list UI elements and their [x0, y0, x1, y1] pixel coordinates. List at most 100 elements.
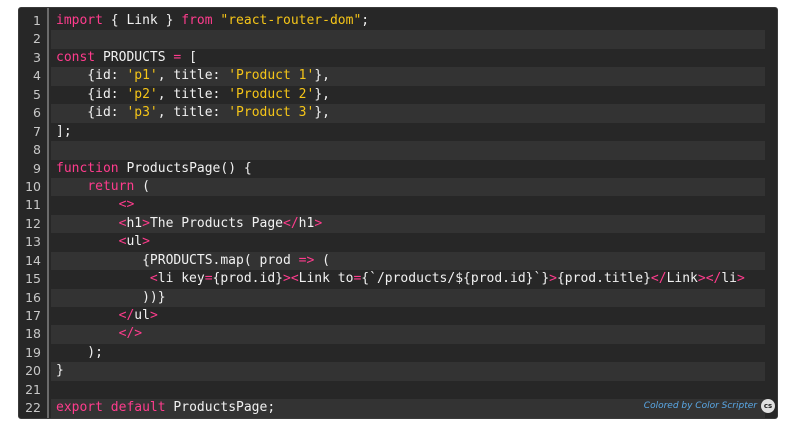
code-text: </> [51, 325, 765, 344]
code-token: from [181, 13, 213, 28]
code-token: > [549, 271, 557, 287]
code-token: Link to [298, 271, 354, 287]
code-text: <ul> [51, 233, 765, 251]
line-number: 6 [33, 105, 41, 121]
code-token: {id: [56, 105, 127, 121]
code-token: , title: [157, 105, 229, 121]
code-token: }, [314, 68, 330, 84]
line-number: 7 [33, 123, 41, 139]
line-number: 4 [33, 68, 41, 84]
line-number: 15 [25, 271, 41, 287]
code-line: 20} [19, 362, 777, 381]
code-token: Link [666, 271, 698, 287]
code-token: </ [283, 215, 299, 231]
line-number: 16 [25, 289, 41, 305]
code-token: ( [134, 178, 150, 194]
code-token: 'Product 3' [228, 105, 315, 121]
code-block: 1 import { Link } from "react-router-dom"… [18, 7, 778, 419]
code-token: {prod.title} [556, 271, 651, 287]
code-text: ))} [51, 288, 765, 308]
code-line: 19 ); [19, 344, 777, 362]
code-line: 3 const PRODUCTS = [ [19, 49, 777, 67]
line-number: 9 [33, 160, 41, 176]
code-line: 10 return ( [19, 177, 777, 197]
code-token: > [737, 271, 745, 287]
code-token: > [142, 234, 150, 250]
code-line: 9 function ProductsPage() { [19, 160, 777, 178]
code-token: ProductsPage() { [118, 160, 252, 176]
code-line: 12 <h1>The Products Page</h1> [19, 214, 777, 234]
code-token: ); [56, 344, 103, 360]
color-scripter-logo-icon: cs [761, 399, 775, 413]
code-token: li [721, 271, 738, 287]
code-token: {PRODUCTS.map( prod [56, 252, 299, 268]
line-number: 1 [33, 13, 41, 28]
line-number: 21 [25, 381, 41, 397]
code-token: [ [181, 49, 197, 65]
code-text: } [51, 362, 765, 381]
code-token: <> [118, 197, 135, 213]
code-token: > [142, 215, 150, 231]
code-token: li key [157, 271, 205, 287]
code-token: ; [361, 13, 370, 28]
line-number: 22 [25, 400, 41, 416]
code-lines: 1 import { Link } from "react-router-dom"… [19, 12, 777, 418]
code-token: > [149, 308, 158, 323]
code-token: = [204, 271, 213, 287]
code-token: ul [134, 308, 150, 323]
code-line: 2 [19, 30, 777, 49]
code-text: import { Link } from "react-router-dom"; [51, 12, 765, 30]
code-line: 21 [19, 381, 777, 399]
code-text: <h1>The Products Page</h1> [51, 214, 765, 234]
code-token: </ [650, 271, 667, 287]
code-token: h1 [126, 215, 143, 231]
code-token: The Products Page [149, 215, 283, 231]
line-number: 20 [25, 363, 41, 379]
code-text: {PRODUCTS.map( prod => ( [51, 251, 765, 271]
line-number: 14 [25, 252, 41, 268]
code-token: function [56, 160, 119, 176]
code-line: 15 <li key={prod.id}><Link to={`/product… [19, 270, 777, 288]
code-token: 'Product 1' [228, 68, 315, 84]
line-number: 19 [25, 344, 41, 360]
code-text: <li key={prod.id}><Link to={`/products/$… [51, 270, 765, 288]
line-number: 13 [25, 234, 41, 250]
code-token: }, [314, 105, 330, 121]
code-token: </> [118, 326, 143, 342]
code-token: /products/ [376, 271, 456, 287]
code-token: => [298, 252, 315, 268]
code-text: {id: 'p2', title: 'Product 2'}, [51, 86, 765, 104]
line-number: 11 [25, 197, 41, 213]
code-text [51, 30, 765, 49]
code-line: 16 ))} [19, 288, 777, 308]
code-line: 1 import { Link } from "react-router-dom"… [19, 12, 777, 30]
code-token: ProductsPage; [165, 400, 276, 416]
line-number: 10 [25, 178, 41, 194]
code-text: return ( [51, 177, 765, 197]
credit-footer[interactable]: Colored by Color Scripter cs [644, 399, 775, 413]
code-token: ( [314, 252, 330, 268]
code-token: "react-router-dom" [220, 13, 362, 28]
code-token: {` [361, 271, 377, 287]
code-token: {id: [56, 68, 127, 84]
credit-text[interactable]: Colored by Color Scripter [644, 401, 757, 411]
line-number: 8 [33, 142, 41, 158]
code-line: 14 {PRODUCTS.map( prod => ( [19, 251, 777, 271]
code-token: default [110, 400, 166, 416]
code-text: {id: 'p3', title: 'Product 3'}, [51, 104, 765, 123]
code-token: 'Product 2' [228, 86, 315, 102]
code-token: { Link } [102, 13, 182, 28]
code-token: ></ [697, 271, 722, 287]
code-token: , title: [157, 86, 229, 102]
line-number: 12 [25, 215, 41, 231]
code-text [51, 141, 765, 160]
line-number: 3 [33, 49, 41, 65]
code-line: 17 </ul> [19, 307, 777, 325]
code-token: 'p3' [126, 105, 158, 121]
code-token: import [56, 13, 103, 28]
code-text: {id: 'p1', title: 'Product 1'}, [51, 67, 765, 86]
